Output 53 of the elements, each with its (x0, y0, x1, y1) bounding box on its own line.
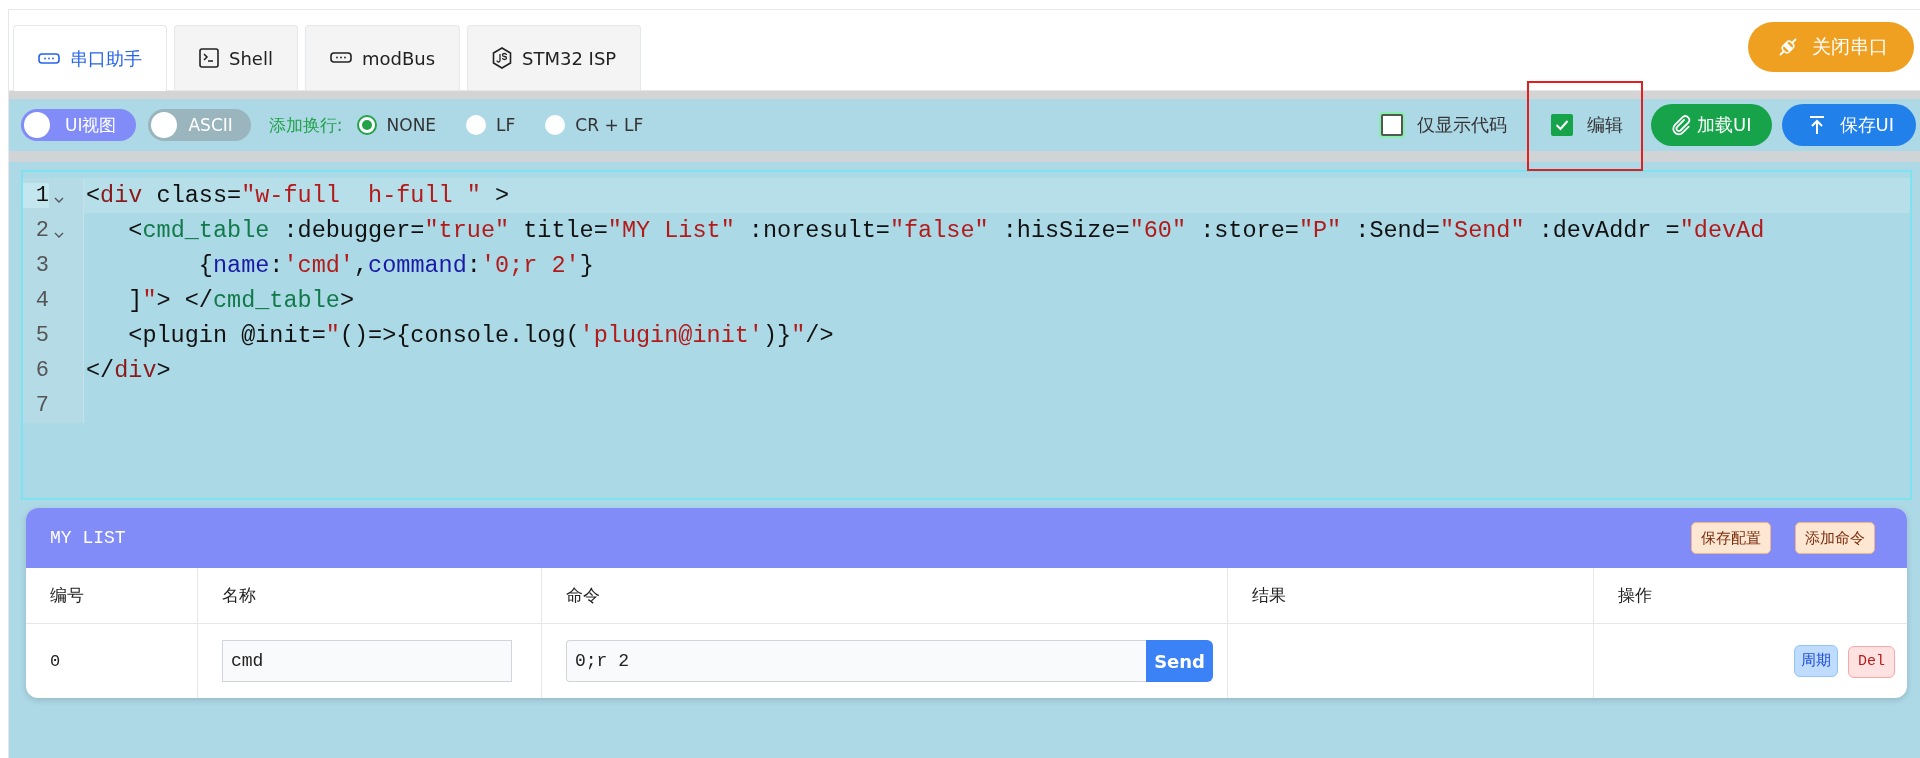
cycle-button[interactable]: 周期 (1794, 644, 1838, 677)
line-number: 7 (34, 393, 49, 418)
radio-label: LF (496, 115, 516, 135)
toggle-switch[interactable]: UI视图 (21, 109, 137, 141)
column-header: 名称 (197, 568, 542, 624)
checkbox[interactable] (1551, 114, 1574, 136)
code-line: <div class="w-full h-full " > (85, 182, 510, 209)
code-line: <cmd_table :debugger="true" title="MY List" :noresult="false" :hisSize="60" :store="P" :Send="Send" :devAddr ="devAd (127, 217, 1765, 244)
code-line: ]"> </cmd_table> (127, 287, 354, 314)
command-field[interactable]: 0;r 2 (566, 640, 1147, 682)
radio-button[interactable] (545, 115, 566, 135)
name-field[interactable]: cmd (222, 640, 512, 682)
code-line: {name:'cmd',command:'0;r 2'} (197, 252, 594, 279)
header-button[interactable]: 添加命令 (1795, 522, 1875, 554)
line-number: 2 (34, 218, 49, 243)
radio-button[interactable] (466, 115, 487, 135)
table-cell: 0 (26, 623, 198, 698)
radio-button[interactable] (356, 115, 377, 135)
column-header: 结果 (1227, 568, 1594, 624)
serial-port-icon (38, 51, 60, 66)
hexagon-icon (492, 47, 513, 69)
checkbox-label: 仅显示代码 (1417, 113, 1508, 137)
paperclip-icon (1671, 114, 1692, 136)
line-number: 3 (34, 253, 49, 278)
checkbox[interactable] (1381, 114, 1404, 136)
send-button[interactable]: Send (1146, 640, 1213, 682)
card-title: MY LIST (50, 528, 126, 548)
line-number: 5 (34, 323, 49, 348)
load-ui-button[interactable]: 加载UI (1651, 104, 1772, 146)
radio-label: CR + LF (575, 115, 644, 135)
line-number: 6 (34, 358, 49, 383)
tab[interactable]: Shell (174, 25, 298, 90)
radio-label: NONE (386, 115, 437, 135)
newline-label: 添加换行: (268, 113, 343, 137)
upload-icon (1807, 115, 1826, 135)
checkmark-icon (1555, 119, 1570, 131)
serial-port-icon (329, 51, 352, 65)
column-header: 命令 (541, 568, 1228, 624)
code-line: <plugin @init="()=>{console.log('plugin@init')}"/> (127, 322, 834, 349)
delete-button[interactable]: Del (1848, 645, 1895, 678)
tab[interactable]: STM32 ISP (467, 25, 642, 90)
save-ui-button[interactable]: 保存UI (1781, 104, 1916, 146)
line-number: 1 (23, 183, 49, 208)
line-number: 4 (34, 288, 49, 313)
terminal-icon (199, 48, 219, 68)
code-editor[interactable] (21, 170, 1912, 500)
column-header: 编号 (26, 568, 198, 624)
checkbox-label: 编辑 (1587, 113, 1624, 137)
header-button[interactable]: 保存配置 (1691, 522, 1771, 554)
code-line: </div> (85, 357, 171, 384)
column-header: 操作 (1593, 568, 1907, 624)
tab[interactable]: 串口助手 (13, 25, 167, 91)
tab[interactable]: modBus (304, 25, 461, 90)
